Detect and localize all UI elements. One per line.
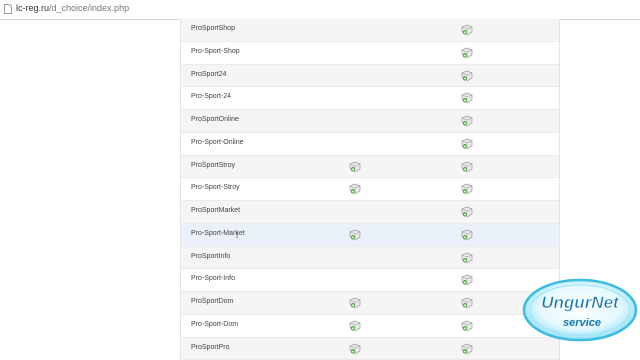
add-domain-icon[interactable] — [461, 297, 473, 309]
add-domain-icon[interactable] — [461, 92, 473, 104]
table-row: Pro-Sport-Info — [181, 269, 559, 292]
domain-name: ProSportPro — [191, 343, 230, 351]
add-domain-icon[interactable] — [349, 297, 361, 309]
add-domain-icon[interactable] — [461, 274, 473, 286]
add-domain-icon[interactable] — [461, 320, 473, 332]
add-domain-icon[interactable] — [461, 24, 473, 36]
url-text[interactable]: lc-reg.ru/d_choice/index.php — [16, 3, 129, 13]
add-domain-icon[interactable] — [349, 229, 361, 241]
add-domain-icon[interactable] — [349, 320, 361, 332]
text-cursor-icon — [236, 232, 238, 238]
address-bar[interactable]: lc-reg.ru/d_choice/index.php — [0, 0, 640, 20]
add-domain-icon[interactable] — [349, 161, 361, 173]
watermark-line1: UngurNet — [541, 293, 620, 312]
table-row: ProSportStroy — [181, 155, 559, 179]
url-path: /d_choice/index.php — [49, 3, 130, 13]
table-row: ProSportShop — [181, 19, 559, 42]
domain-name: ProSportDom — [191, 298, 234, 305]
domain-name: ProSportInfo — [191, 252, 231, 260]
domain-name: Pro-Sport-Info — [191, 275, 235, 283]
table-row: ProSportOnline — [181, 110, 559, 133]
add-domain-icon[interactable] — [461, 115, 473, 127]
page-icon — [4, 4, 12, 14]
ungurnet-watermark-logo: UngurNet service — [522, 278, 638, 342]
domain-name: ProSportMarket — [191, 207, 241, 214]
watermark-line2: service — [563, 317, 601, 329]
add-domain-icon[interactable] — [349, 343, 361, 355]
add-domain-icon[interactable] — [461, 47, 473, 59]
domain-name: Pro-Sport-Dom — [191, 320, 239, 328]
domain-name: Pro-Sport-24 — [191, 93, 232, 101]
domain-name: ProSportShop — [191, 25, 235, 32]
table-row: ProSportInfo — [181, 246, 559, 270]
url-host: lc-reg.ru — [16, 3, 50, 13]
table-row: ProSportPro — [181, 337, 559, 360]
add-domain-icon[interactable] — [461, 252, 473, 264]
domain-name: ProSportStroy — [191, 161, 235, 169]
add-domain-icon[interactable] — [461, 183, 473, 195]
domain-name: Pro-Sport-Online — [191, 138, 244, 146]
add-domain-icon[interactable] — [349, 183, 361, 195]
domain-list: ProSportShop Pro-Sport-Shop ProSport24 Pro-… — [180, 19, 560, 360]
add-domain-icon[interactable] — [461, 343, 473, 355]
domain-name: ProSport24 — [191, 70, 227, 78]
table-row: ProSportMarket — [181, 201, 559, 224]
add-domain-icon[interactable] — [461, 161, 473, 173]
domain-name: Pro-Sport-Shop — [191, 47, 240, 55]
table-row: Pro-Sport-Stroy — [181, 178, 559, 201]
table-row: Pro-Sport-24 — [181, 87, 559, 110]
table-row: ProSport24 — [181, 64, 559, 88]
add-domain-icon[interactable] — [461, 206, 473, 218]
table-row: Pro-Sport-Dom — [181, 315, 559, 338]
add-domain-icon[interactable] — [461, 138, 473, 150]
table-row: ProSportDom — [181, 292, 559, 315]
add-domain-icon[interactable] — [461, 229, 473, 241]
table-row: Pro-Sport-Shop — [181, 42, 559, 65]
add-domain-icon[interactable] — [461, 70, 473, 82]
table-row: Pro-Sport-Online — [181, 133, 559, 156]
domain-name: ProSportOnline — [191, 116, 239, 123]
domain-name: Pro-Sport-Stroy — [191, 184, 240, 192]
